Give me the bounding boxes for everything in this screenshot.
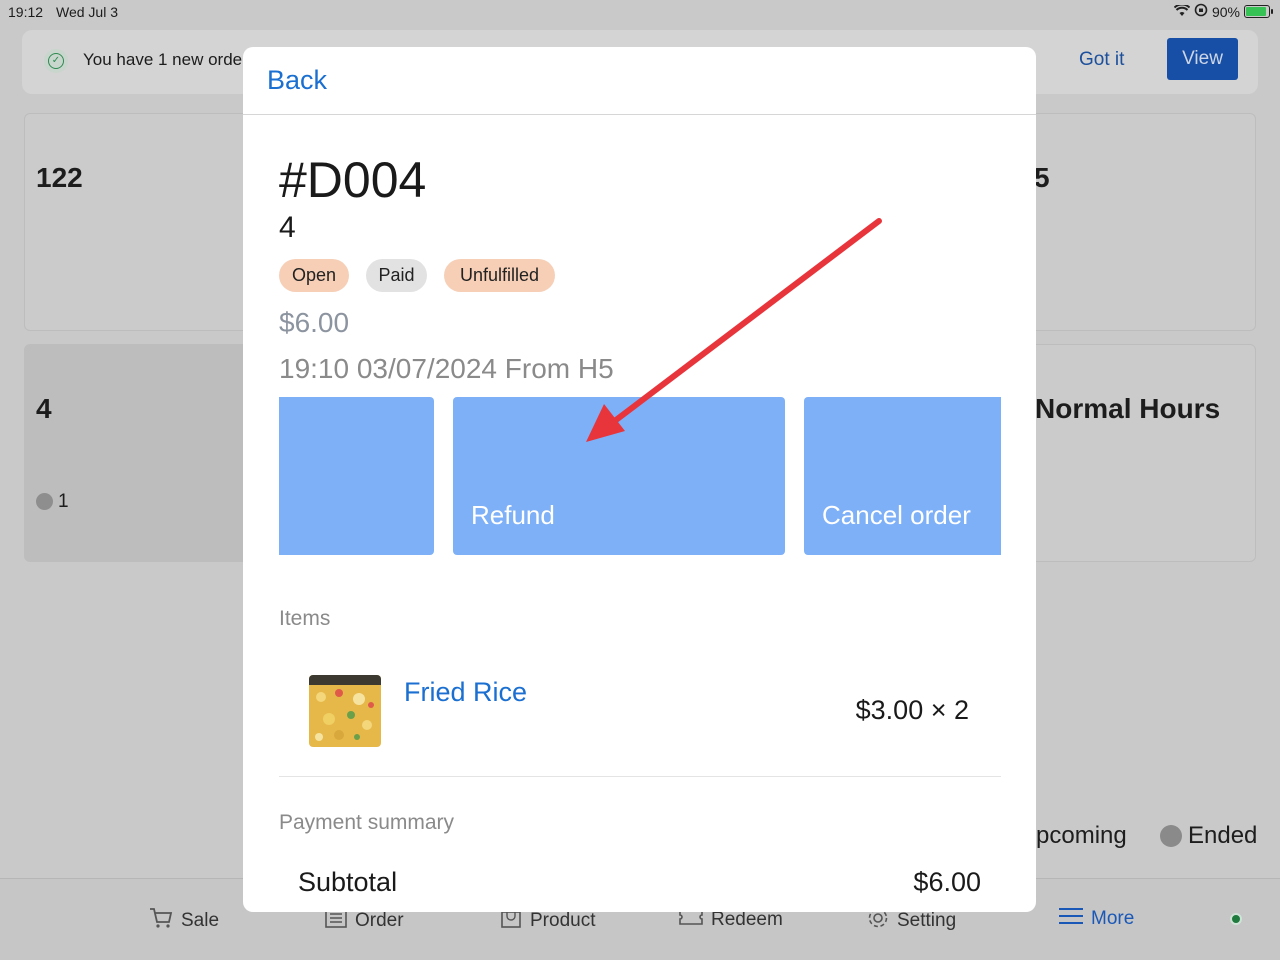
refund-button-label: Refund [471, 500, 555, 530]
online-status-dot [1230, 913, 1242, 925]
tab-more[interactable]: More [1059, 907, 1134, 931]
order-item-row: Fried Rice $3.00 × 2 [279, 657, 1001, 777]
status-time: 19:12 [8, 4, 44, 20]
status-indicators: 90% [1173, 3, 1273, 20]
view-button[interactable]: View [1167, 38, 1238, 80]
legend-ended: Ended [1160, 822, 1257, 850]
clock-icon [1160, 825, 1182, 847]
table-card[interactable]: 4 1 [24, 344, 254, 562]
cancel-order-label: Cancel order [822, 500, 971, 530]
check-circle-icon: ✓ [44, 49, 68, 73]
subtotal-label: Subtotal [298, 867, 398, 897]
tab-order-label: Order [355, 910, 404, 931]
tab-sale[interactable]: Sale [149, 907, 219, 935]
tab-more-label: More [1091, 908, 1135, 929]
table-card[interactable]: 5 [1025, 113, 1256, 331]
table-card-label: Normal Hours [1035, 393, 1221, 424]
orientation-lock-icon [1194, 3, 1208, 20]
tab-product-label: Product [530, 910, 596, 931]
tab-sale-label: Sale [181, 910, 220, 931]
payment-summary-label: Payment summary [279, 811, 455, 834]
status-date: Wed Jul 3 [56, 4, 118, 20]
got-it-button[interactable]: Got it [1079, 49, 1124, 71]
fried-rice-image [309, 675, 381, 747]
table-card-label: 122 [36, 162, 83, 193]
status-bar: 19:12 Wed Jul 3 90% [0, 0, 1280, 24]
wifi-icon [1173, 3, 1191, 20]
legend-upcoming: pcoming [1036, 822, 1127, 849]
battery-icon [1244, 5, 1273, 18]
modal-header: Back [243, 47, 1036, 115]
items-section-label: Items [279, 607, 331, 630]
table-card-count: 1 [58, 491, 69, 512]
banner-message: You have 1 new order [83, 50, 248, 69]
item-name-link[interactable]: Fried Rice [404, 677, 527, 708]
order-amount: $6.00 [279, 307, 350, 338]
clock-icon [36, 493, 53, 510]
subtotal-value: $6.00 [913, 867, 981, 897]
back-button[interactable]: Back [267, 65, 327, 96]
order-detail-modal: Back #D004 4 Open Paid Unfulfilled $6.00… [243, 47, 1036, 912]
table-card-label: 4 [36, 393, 52, 424]
table-card-label: 5 [1034, 162, 1050, 193]
tab-setting-label: Setting [897, 910, 957, 931]
status-badge-unfulfilled: Unfulfilled [444, 259, 555, 292]
action-button[interactable] [279, 397, 434, 555]
legend-ended-label: Ended [1188, 822, 1258, 849]
battery-percent: 90% [1211, 3, 1240, 20]
table-card[interactable]: 122 [24, 113, 254, 331]
item-price: $3.00 × 2 [855, 695, 969, 725]
tab-redeem-label: Redeem [711, 909, 783, 930]
cart-icon [149, 907, 173, 935]
order-meta: 19:10 03/07/2024 From H5 [279, 353, 614, 384]
cancel-order-button[interactable]: Cancel order [804, 397, 1001, 555]
order-number: #D004 [279, 152, 427, 208]
order-actions: Refund Cancel order [279, 397, 1001, 557]
subtotal-row: Subtotal $6.00 [298, 867, 981, 898]
menu-icon [1059, 907, 1083, 931]
status-badge-paid: Paid [366, 259, 427, 292]
order-table-number: 4 [279, 211, 296, 244]
refund-button[interactable]: Refund [453, 397, 785, 555]
status-badge-open: Open [279, 259, 349, 292]
table-card[interactable]: Normal Hours [1025, 344, 1256, 562]
